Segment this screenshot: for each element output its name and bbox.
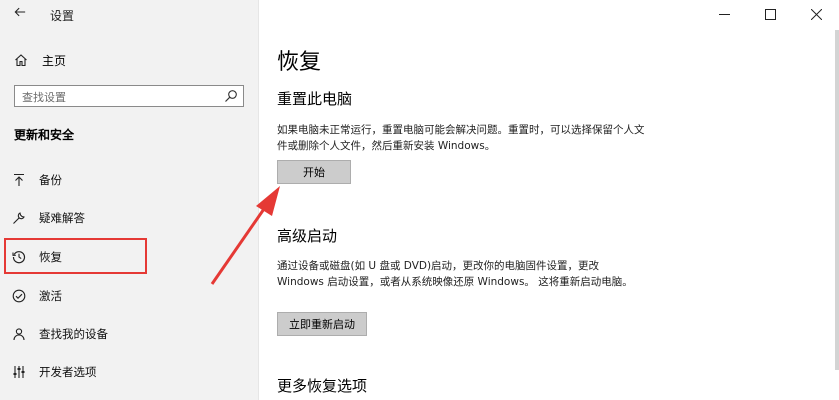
sidebar-item-find-my-device[interactable]: 查找我的设备	[12, 323, 242, 345]
reset-pc-description: 如果电脑未正常运行，重置电脑可能会解决问题。重置时，可以选择保留个人文件或删除个…	[277, 124, 645, 152]
sidebar-item-label: 查找我的设备	[39, 327, 108, 341]
sidebar-item-label: 备份	[39, 173, 62, 187]
sidebar-item-home[interactable]: 主页	[14, 50, 66, 70]
backup-arrow-icon	[14, 173, 24, 186]
back-arrow-icon[interactable]	[10, 5, 30, 23]
restart-now-button[interactable]: 立即重新启动	[277, 312, 367, 336]
section-heading: 更新和安全	[14, 128, 75, 142]
title-bar: 设置	[0, 0, 258, 30]
developer-sliders-icon	[13, 366, 25, 378]
scrollbar[interactable]	[835, 30, 839, 370]
sidebar-item-developer-options[interactable]: 开发者选项	[12, 361, 242, 383]
main-content: 恢复 重置此电脑 如果电脑未正常运行，重置电脑可能会解决问题。重置时，可以选择保…	[259, 0, 839, 400]
selection-highlight-annotation	[4, 238, 147, 274]
reset-pc-heading: 重置此电脑	[277, 90, 353, 108]
person-locate-icon	[13, 328, 25, 341]
wrench-icon	[13, 212, 25, 224]
window-title: 设置	[50, 9, 75, 23]
page-title: 恢复	[277, 50, 322, 75]
check-circle-icon	[12, 289, 26, 303]
home-icon	[15, 54, 27, 67]
search-icon[interactable]	[224, 89, 238, 103]
search-box[interactable]	[14, 85, 244, 108]
advanced-startup-description: 通过设备或磁盘(如 U 盘或 DVD)启动，更改你的电脑固件设置，更改 Wind…	[277, 260, 633, 288]
search-input[interactable]	[15, 87, 212, 108]
sidebar-item-label: 激活	[39, 289, 62, 303]
annotation-arrow	[210, 186, 280, 285]
sidebar-item-label: 疑难解答	[39, 211, 85, 225]
more-recovery-options-heading: 更多恢复选项	[277, 377, 368, 395]
home-label: 主页	[42, 53, 67, 68]
sidebar-item-label: 开发者选项	[39, 365, 97, 379]
